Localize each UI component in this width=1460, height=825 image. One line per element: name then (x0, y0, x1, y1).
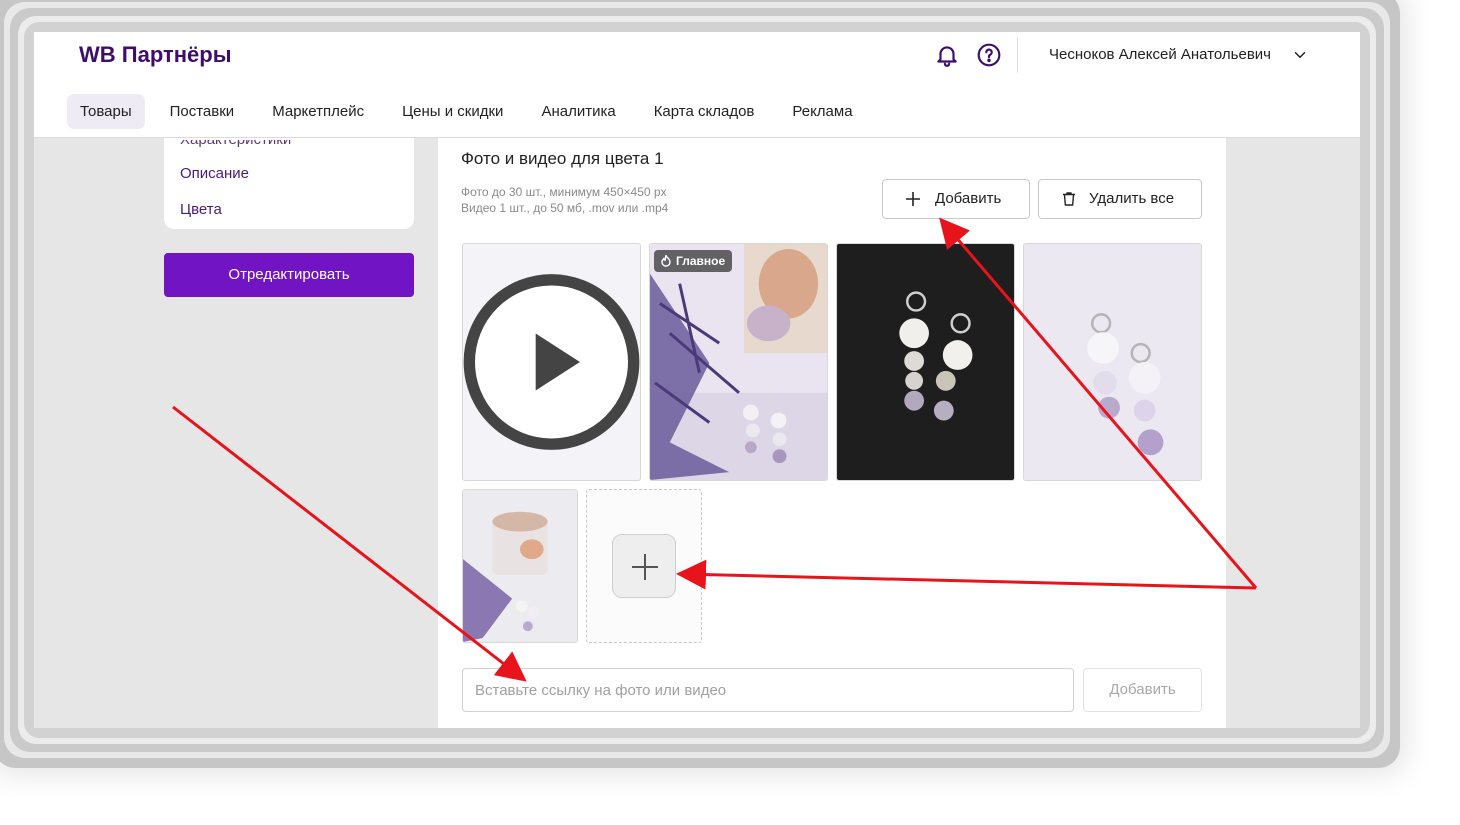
play-icon[interactable] (463, 244, 640, 480)
nav-item-warehouse-map[interactable]: Карта складов (641, 94, 768, 129)
photo-earrings-dark (837, 244, 1014, 480)
main-photo-badge-label: Главное (676, 254, 726, 268)
plus-icon (632, 554, 658, 580)
video-tile[interactable] (462, 243, 641, 481)
nav-item-marketplace[interactable]: Маркетплейс (259, 94, 377, 129)
header-divider (1017, 37, 1018, 73)
add-photo-slot-button[interactable] (612, 534, 676, 598)
add-photo-slot[interactable] (586, 489, 702, 643)
nav-item-analytics[interactable]: Аналитика (528, 94, 628, 129)
nav-item-prices[interactable]: Цены и скидки (389, 94, 516, 129)
video-hint: Видео 1 шт., до 50 мб, .mov или .mp4 (461, 201, 669, 215)
chevron-down-icon[interactable] (1291, 46, 1309, 64)
bell-icon[interactable] (934, 42, 960, 68)
main-photo-badge: Главное (654, 250, 733, 272)
media-card: Фото и видео для цвета 1 Фото до 30 шт.,… (438, 138, 1226, 728)
media-section-title: Фото и видео для цвета 1 (461, 149, 664, 168)
photo-tile-2[interactable] (836, 243, 1015, 481)
photo-tile-4[interactable] (462, 489, 578, 643)
delete-all-button[interactable]: Удалить все (1038, 179, 1202, 219)
url-add-button[interactable]: Добавить (1083, 668, 1202, 712)
main-nav: Товары Поставки Маркетплейс Цены и скидк… (67, 94, 878, 129)
add-media-button[interactable]: Добавить (882, 179, 1030, 219)
photo-tile-3[interactable] (1023, 243, 1202, 481)
user-name[interactable]: Чесноков Алексей Анатольевич (1049, 44, 1271, 66)
trash-icon (1063, 192, 1075, 206)
plus-icon (906, 192, 920, 206)
nav-item-ads[interactable]: Реклама (779, 94, 865, 129)
app-window: WB Партнёры Чесноков Алексей Анатольевич… (34, 32, 1360, 728)
photo-earrings-light (1024, 244, 1201, 480)
help-icon[interactable] (976, 42, 1002, 68)
logo[interactable]: WB Партнёры (79, 40, 232, 70)
add-media-label: Добавить (935, 190, 1002, 207)
nav-item-products[interactable]: Товары (67, 94, 145, 129)
fire-icon (661, 254, 671, 267)
photo-tile-main[interactable]: Главное (649, 243, 828, 481)
media-url-input[interactable] (462, 668, 1074, 712)
nav-item-supplies[interactable]: Поставки (157, 94, 248, 129)
section-nav-card: Характеристики Описание Цвета (164, 138, 414, 229)
section-link-description[interactable]: Описание (180, 164, 249, 184)
photo-candle-small (463, 490, 577, 642)
delete-all-label: Удалить все (1089, 190, 1175, 207)
photo-hint: Фото до 30 шт., минимум 450×450 px (461, 185, 667, 199)
section-link-colors[interactable]: Цвета (180, 200, 222, 220)
top-header: WB Партнёры Чесноков Алексей Анатольевич… (34, 32, 1360, 138)
edit-button[interactable]: Отредактировать (164, 253, 414, 297)
photo-candle-lavender (650, 244, 827, 480)
